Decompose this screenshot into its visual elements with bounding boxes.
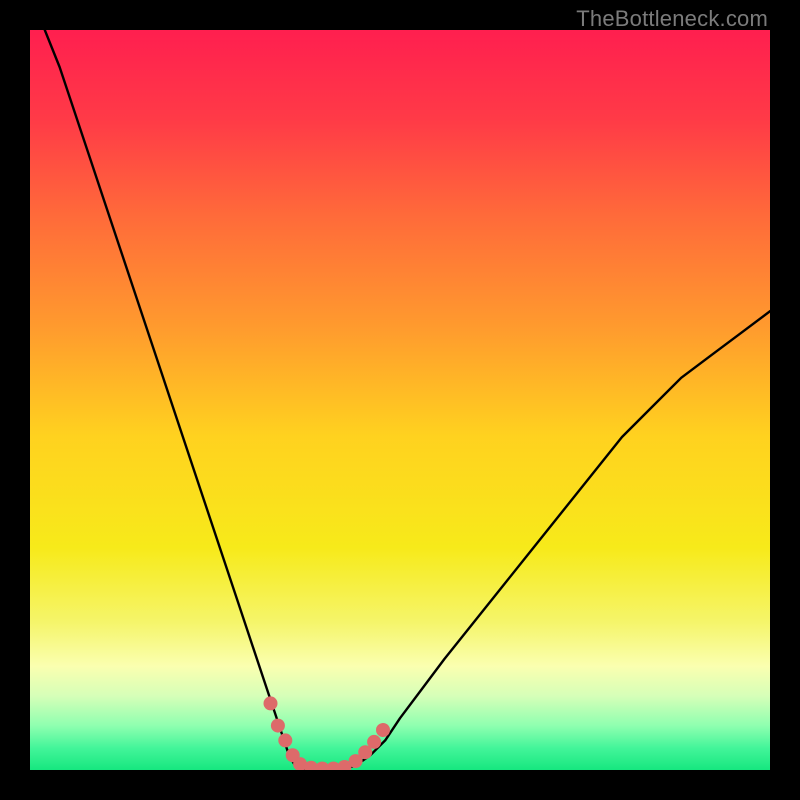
bottleneck-curve	[45, 30, 770, 770]
sweet-spot-dot	[264, 696, 278, 710]
plot-area	[30, 30, 770, 770]
sweet-spot-dot	[367, 735, 381, 749]
sweet-spot-dot	[271, 719, 285, 733]
watermark-text: TheBottleneck.com	[576, 6, 768, 32]
sweet-spot-dot	[278, 733, 292, 747]
curve-layer	[30, 30, 770, 770]
chart-frame: TheBottleneck.com	[0, 0, 800, 800]
sweet-spot-dot	[376, 723, 390, 737]
